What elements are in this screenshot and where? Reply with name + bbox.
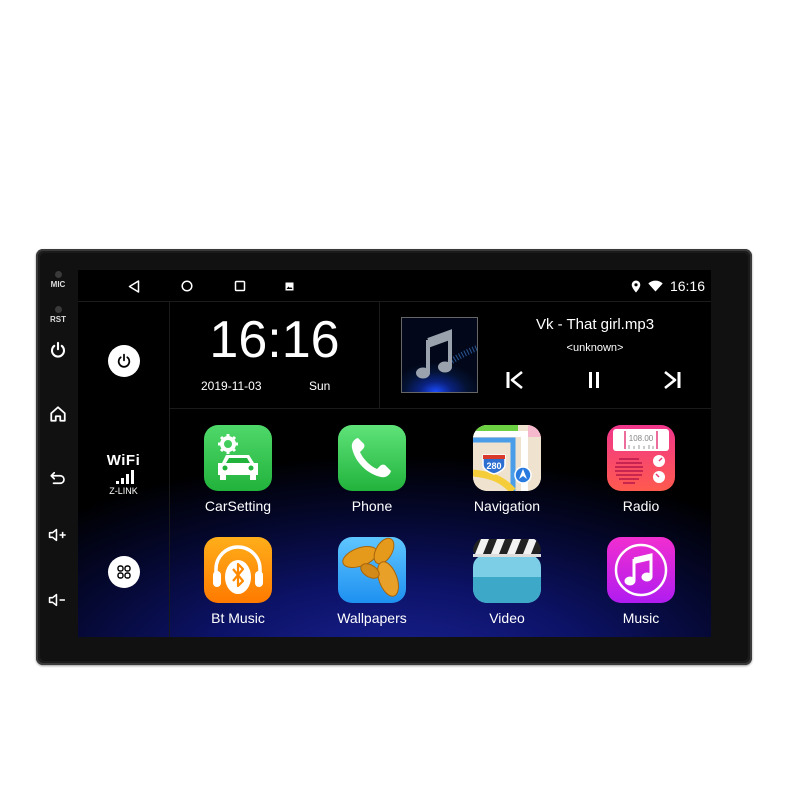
- app-label: Navigation: [473, 498, 541, 514]
- home-circle-icon: [181, 280, 193, 292]
- back-icon: [50, 471, 65, 485]
- previous-track-button[interactable]: [503, 368, 527, 392]
- nav-back-button[interactable]: [125, 277, 143, 295]
- home-icon: [50, 406, 66, 422]
- nav-shield-number: 280: [486, 461, 501, 471]
- bluetooth-music-icon: [204, 537, 272, 603]
- screen-off-button[interactable]: [108, 345, 140, 377]
- hw-back-button[interactable]: [36, 470, 80, 486]
- wifi-title: WiFi: [106, 452, 141, 469]
- mic-led-icon: [54, 271, 62, 278]
- app-label: Wallpapers: [337, 610, 407, 626]
- pause-button[interactable]: [582, 368, 606, 392]
- music-note-icon: [607, 537, 675, 603]
- status-bar: 16:16: [78, 270, 711, 302]
- hardware-button-column: MIC RST: [36, 249, 80, 665]
- recents-square-icon: [234, 280, 246, 292]
- location-icon: [631, 280, 641, 292]
- clock-day: Sun: [309, 379, 331, 393]
- wifi-subtitle: Z-LINK: [109, 486, 138, 496]
- reset-label: RST: [50, 315, 66, 324]
- left-panel: WiFi Z-LINK: [78, 302, 170, 637]
- track-title: Vk - That girl.mp3: [535, 316, 655, 333]
- car-setting-icon: [204, 425, 272, 491]
- previous-icon: [506, 370, 523, 390]
- media-widget: Vk - That girl.mp3 <unknown>: [380, 302, 711, 409]
- back-triangle-icon: [128, 279, 140, 293]
- app-label: Music: [622, 610, 660, 626]
- head-unit-screen: 16:16 WiFi Z-LINK 16:16 2019-11-03 Sun V…: [78, 270, 711, 637]
- app-radio[interactable]: 108.00 Radio: [596, 425, 686, 514]
- volume-up-icon: [48, 528, 66, 542]
- status-time: 16:16: [669, 278, 705, 294]
- volume-down-icon: [48, 593, 65, 607]
- apps-grid-icon: [117, 565, 131, 579]
- next-icon: [664, 370, 681, 390]
- clock-date: 2019-11-03: [201, 379, 262, 393]
- app-label: Bt Music: [211, 610, 265, 626]
- mic-indicator: MIC: [36, 271, 80, 289]
- app-label: Radio: [622, 498, 660, 514]
- app-music[interactable]: Music: [596, 537, 686, 626]
- power-icon: [117, 353, 131, 368]
- all-apps-button[interactable]: [108, 556, 140, 588]
- radio-frequency: 108.00: [629, 434, 654, 443]
- nav-recents-button[interactable]: [231, 277, 249, 295]
- phone-icon: [338, 425, 406, 491]
- clock-widget[interactable]: 16:16 2019-11-03 Sun: [170, 302, 380, 409]
- nav-home-button[interactable]: [178, 277, 196, 295]
- signal-bars-icon: [115, 470, 134, 484]
- album-art[interactable]: [401, 317, 478, 393]
- status-indicators: 16:16: [631, 276, 705, 296]
- app-navigation[interactable]: 280 Navigation: [462, 425, 552, 514]
- music-note-art-icon: [416, 329, 477, 379]
- nav-screenshot-button[interactable]: [280, 277, 298, 295]
- app-wallpapers[interactable]: Wallpapers: [327, 537, 417, 626]
- mic-label: MIC: [50, 280, 66, 289]
- radio-icon: 108.00: [607, 425, 675, 491]
- hw-volume-down-button[interactable]: [36, 592, 80, 608]
- navigation-map-icon: 280: [473, 425, 541, 491]
- app-label: CarSetting: [204, 498, 272, 514]
- clock-time: 16:16: [209, 311, 340, 369]
- app-phone[interactable]: Phone: [327, 425, 417, 514]
- hw-volume-up-button[interactable]: [36, 527, 80, 543]
- pause-icon: [589, 372, 599, 388]
- app-bt-music[interactable]: Bt Music: [193, 537, 283, 626]
- hw-power-button[interactable]: [36, 341, 80, 359]
- reset-led-icon: [54, 306, 62, 313]
- app-carsetting[interactable]: CarSetting: [193, 425, 283, 514]
- zlink-wifi-button[interactable]: WiFi Z-LINK: [78, 452, 169, 496]
- wifi-icon: [648, 280, 663, 292]
- app-video[interactable]: Video: [462, 537, 552, 626]
- screenshot-icon: [285, 282, 293, 290]
- power-icon: [50, 341, 66, 358]
- track-artist: <unknown>: [566, 342, 624, 354]
- reset-button[interactable]: RST: [36, 306, 80, 324]
- app-label: Video: [489, 610, 525, 626]
- video-clapper-icon: [473, 537, 541, 603]
- app-label: Phone: [351, 498, 393, 514]
- next-track-button[interactable]: [660, 368, 684, 392]
- wallpapers-icon: [338, 537, 406, 603]
- hw-home-button[interactable]: [36, 405, 80, 423]
